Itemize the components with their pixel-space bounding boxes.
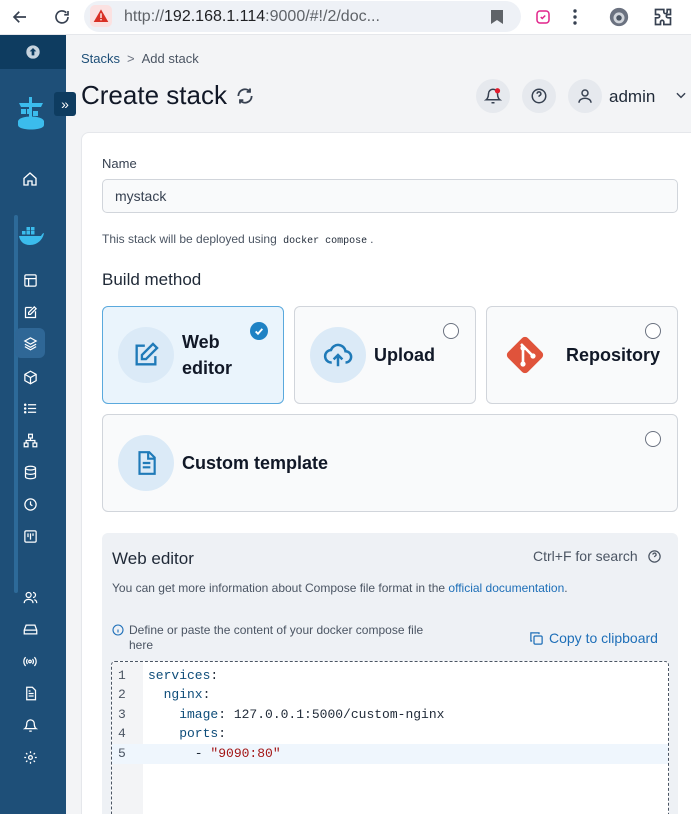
editor-hint: Define or paste the content of your dock…: [112, 623, 442, 653]
address-bar[interactable]: http://192.168.1.114:9000/#!/2/doc...: [84, 1, 521, 32]
docker-icon[interactable]: [17, 225, 45, 247]
code-line: 4 ports:: [118, 726, 227, 741]
url-text: http://192.168.1.114:9000/#!/2/doc...: [124, 8, 380, 25]
help-button[interactable]: [522, 79, 556, 113]
browser-toolbar: http://192.168.1.114:9000/#!/2/doc...: [0, 0, 691, 35]
page-title: Create stack: [81, 80, 255, 111]
sidebar-upgrade-bar[interactable]: [0, 35, 66, 69]
upload-radio[interactable]: [443, 323, 459, 339]
selected-check-icon: [250, 322, 268, 340]
code-line: 2 nginx:: [118, 687, 211, 702]
settings-gear-icon[interactable]: [19, 746, 41, 768]
breadcrumb: Stacks > Add stack: [81, 51, 199, 66]
images-list-icon[interactable]: [19, 397, 41, 419]
user-menu-button[interactable]: [568, 79, 602, 113]
custom-template-label: Custom template: [182, 453, 329, 473]
build-option-custom-template[interactable]: Custom template: [102, 414, 678, 512]
build-method-title: Build method: [102, 270, 202, 289]
file-text-icon: [118, 435, 174, 491]
git-icon: [502, 332, 548, 378]
help-circle-icon[interactable]: [647, 549, 662, 564]
sidebar-toggle-button[interactable]: »: [54, 92, 76, 116]
host-board-icon[interactable]: [19, 525, 41, 547]
bookmark-icon[interactable]: [490, 9, 504, 28]
name-label: Name: [102, 156, 137, 171]
events-clock-icon[interactable]: [19, 493, 41, 515]
reload-icon[interactable]: [50, 6, 74, 28]
page-title-text: Create stack: [81, 80, 227, 110]
extension-badge-icon[interactable]: [531, 6, 555, 28]
chevron-down-icon[interactable]: [674, 88, 688, 105]
bell-icon: [484, 88, 502, 104]
info-icon: [112, 624, 124, 653]
home-icon[interactable]: [19, 168, 41, 190]
menu-dots-icon[interactable]: [563, 6, 587, 28]
web-editor-label: Web editor: [182, 332, 233, 378]
code-line: 3 image: 127.0.0.1:5000/custom-nginx: [118, 707, 445, 722]
search-hint: Ctrl+F for search: [533, 548, 662, 564]
deploy-help-text: This stack will be deployed using docker…: [102, 232, 374, 247]
breadcrumb-current: Add stack: [141, 51, 199, 66]
dashboard-icon[interactable]: [19, 269, 41, 291]
environment-section-bar: [14, 215, 18, 593]
app-templates-icon[interactable]: [19, 301, 41, 323]
not-secure-icon[interactable]: [90, 5, 112, 27]
compose-info-text: You can get more information about Compo…: [112, 581, 568, 595]
refresh-icon[interactable]: [235, 86, 255, 106]
repository-radio[interactable]: [645, 323, 661, 339]
build-option-upload[interactable]: Upload: [294, 306, 476, 404]
docker-compose-code: docker compose: [283, 236, 368, 247]
notifications-button[interactable]: [476, 79, 510, 113]
sidebar: [0, 35, 66, 814]
build-option-web-editor[interactable]: Web editor: [102, 306, 284, 404]
upload-cloud-icon: [310, 327, 366, 383]
user-icon: [578, 89, 592, 103]
containers-icon[interactable]: [19, 366, 41, 388]
notifications-bell-icon[interactable]: [19, 714, 41, 736]
networks-icon[interactable]: [19, 429, 41, 451]
web-editor-title: Web editor: [112, 549, 194, 568]
users-icon[interactable]: [19, 586, 41, 608]
stacks-icon[interactable]: [15, 328, 45, 358]
back-icon[interactable]: [8, 6, 32, 28]
environments-icon[interactable]: [19, 618, 41, 640]
repository-label: Repository: [566, 345, 661, 365]
help-question-icon: [531, 88, 547, 104]
build-option-repository[interactable]: Repository: [486, 306, 678, 404]
official-documentation-link[interactable]: official documentation: [448, 581, 564, 595]
code-line-current: 5 - "9090:80": [112, 744, 668, 764]
code-editor[interactable]: 1 services: 2 nginx: 3 image: 127.0.0.1:5…: [111, 661, 669, 814]
stack-name-input[interactable]: [102, 179, 678, 213]
profile-avatar-icon[interactable]: [607, 6, 631, 28]
extensions-puzzle-icon[interactable]: [651, 6, 675, 28]
username-label[interactable]: admin: [609, 87, 655, 107]
edit-icon: [118, 327, 174, 383]
registries-signal-icon[interactable]: [19, 650, 41, 672]
upload-label: Upload: [374, 345, 435, 365]
logs-document-icon[interactable]: [19, 682, 41, 704]
copy-icon: [529, 631, 544, 646]
portainer-logo-icon[interactable]: [16, 95, 46, 135]
breadcrumb-stacks-link[interactable]: Stacks: [81, 51, 120, 66]
code-line: 1 services:: [118, 668, 219, 683]
volumes-icon[interactable]: [19, 461, 41, 483]
breadcrumb-separator: >: [127, 51, 135, 66]
custom-template-radio[interactable]: [645, 431, 661, 447]
copy-to-clipboard-button[interactable]: Copy to clipboard: [529, 630, 658, 646]
